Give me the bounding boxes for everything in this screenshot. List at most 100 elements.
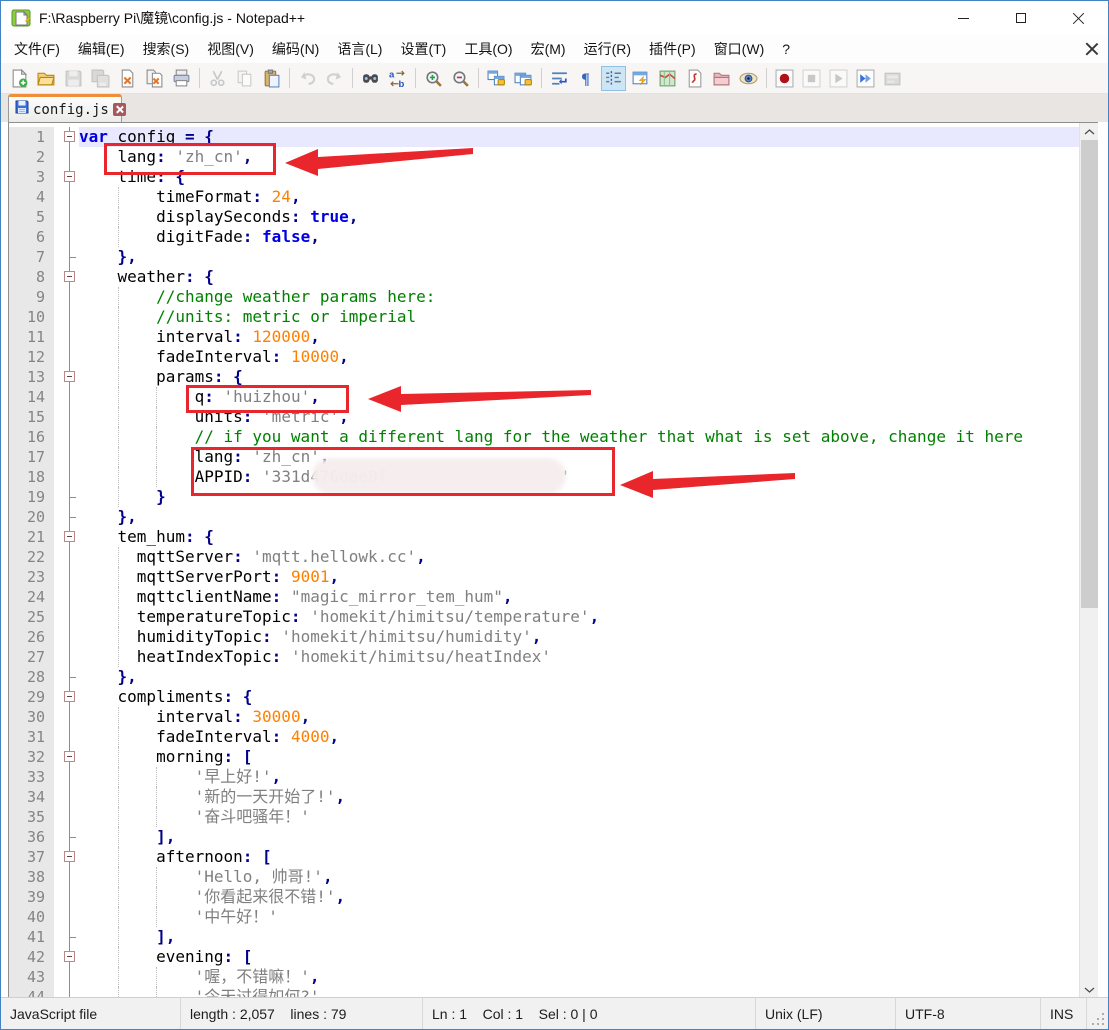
line-number[interactable]: 44 — [9, 987, 54, 997]
toolbar-print-icon[interactable] — [169, 66, 194, 91]
line-number[interactable]: 38 — [9, 867, 54, 887]
status-eol-format[interactable]: Unix (LF) — [756, 998, 896, 1029]
code-text[interactable]: params: { — [79, 367, 1079, 387]
scroll-down-button[interactable] — [1080, 981, 1098, 997]
line-number[interactable]: 4 — [9, 187, 54, 207]
toolbar-monitoring-icon[interactable] — [736, 66, 761, 91]
line-number[interactable]: 20 — [9, 507, 54, 527]
bookmark-margin[interactable] — [54, 467, 61, 487]
line-number[interactable]: 19 — [9, 487, 54, 507]
line-number[interactable]: 24 — [9, 587, 54, 607]
fold-collapse-marker[interactable] — [61, 367, 79, 387]
toolbar-macro-record-icon[interactable] — [772, 66, 797, 91]
toolbar-zoom-in-icon[interactable] — [421, 66, 446, 91]
bookmark-margin[interactable] — [54, 187, 61, 207]
code-text[interactable]: heatIndexTopic: 'homekit/himitsu/heatInd… — [79, 647, 1079, 667]
fold-minus-icon[interactable] — [64, 531, 75, 542]
code-text[interactable]: '你看起来很不错!', — [79, 887, 1079, 907]
code-text[interactable]: // if you want a different lang for the … — [79, 427, 1079, 447]
line-number[interactable]: 36 — [9, 827, 54, 847]
scrollbar-thumb[interactable] — [1081, 140, 1098, 608]
fold-collapse-marker[interactable] — [61, 847, 79, 867]
minimize-button[interactable] — [934, 1, 992, 35]
bookmark-margin[interactable] — [54, 687, 61, 707]
code-text[interactable]: fadeInterval: 10000, — [79, 347, 1079, 367]
close-button[interactable] — [1050, 1, 1108, 35]
code-text[interactable]: ], — [79, 827, 1079, 847]
bookmark-margin[interactable] — [54, 707, 61, 727]
code-text[interactable]: }, — [79, 667, 1079, 687]
bookmark-margin[interactable] — [54, 267, 61, 287]
line-number[interactable]: 17 — [9, 447, 54, 467]
line-number[interactable]: 30 — [9, 707, 54, 727]
bookmark-margin[interactable] — [54, 547, 61, 567]
line-number[interactable]: 34 — [9, 787, 54, 807]
code-text[interactable]: temperatureTopic: 'homekit/himitsu/tempe… — [79, 607, 1079, 627]
line-number[interactable]: 15 — [9, 407, 54, 427]
code-text[interactable]: humidityTopic: 'homekit/himitsu/humidity… — [79, 627, 1079, 647]
line-number[interactable]: 11 — [9, 327, 54, 347]
bookmark-margin[interactable] — [54, 447, 61, 467]
bookmark-margin[interactable] — [54, 567, 61, 587]
bookmark-margin[interactable] — [54, 747, 61, 767]
fold-minus-icon[interactable] — [64, 371, 75, 382]
code-text[interactable]: weather: { — [79, 267, 1079, 287]
fold-collapse-marker[interactable] — [61, 527, 79, 547]
fold-minus-icon[interactable] — [64, 751, 75, 762]
line-number[interactable]: 8 — [9, 267, 54, 287]
menu-item-0[interactable]: 文件(F) — [5, 35, 69, 63]
bookmark-margin[interactable] — [54, 647, 61, 667]
fold-minus-icon[interactable] — [64, 691, 75, 702]
bookmark-margin[interactable] — [54, 527, 61, 547]
code-text[interactable]: interval: 120000, — [79, 327, 1079, 347]
toolbar-folder-as-workspace-icon[interactable] — [709, 66, 734, 91]
editor-pane[interactable]: 1var config = {2 lang: 'zh_cn',3 time: {… — [8, 122, 1098, 997]
code-text[interactable]: '奋斗吧骚年！' — [79, 807, 1079, 827]
toolbar-macro-run-multiple-icon[interactable] — [853, 66, 878, 91]
line-number[interactable]: 1 — [9, 127, 54, 147]
code-text[interactable]: interval: 30000, — [79, 707, 1079, 727]
bookmark-margin[interactable] — [54, 127, 61, 147]
menu-item-8[interactable]: 宏(M) — [522, 35, 575, 63]
bookmark-margin[interactable] — [54, 327, 61, 347]
bookmark-margin[interactable] — [54, 347, 61, 367]
bookmark-margin[interactable] — [54, 967, 61, 987]
code-text[interactable]: afternoon: [ — [79, 847, 1079, 867]
code-text[interactable]: //change weather params here: — [79, 287, 1079, 307]
toolbar-open-file-icon[interactable] — [34, 66, 59, 91]
bookmark-margin[interactable] — [54, 427, 61, 447]
fold-collapse-marker[interactable] — [61, 167, 79, 187]
code-text[interactable]: timeFormat: 24, — [79, 187, 1079, 207]
code-text[interactable]: '新的一天开始了!', — [79, 787, 1079, 807]
menu-item-6[interactable]: 设置(T) — [391, 35, 455, 63]
line-number[interactable]: 16 — [9, 427, 54, 447]
line-number[interactable]: 33 — [9, 767, 54, 787]
menu-item-7[interactable]: 工具(O) — [455, 35, 521, 63]
bookmark-margin[interactable] — [54, 947, 61, 967]
code-text[interactable]: }, — [79, 247, 1079, 267]
line-number[interactable]: 40 — [9, 907, 54, 927]
code-text[interactable]: fadeInterval: 4000, — [79, 727, 1079, 747]
code-text[interactable]: //units: metric or imperial — [79, 307, 1079, 327]
status-typing-mode[interactable]: INS — [1041, 998, 1087, 1029]
code-text[interactable]: evening: [ — [79, 947, 1079, 967]
line-number[interactable]: 43 — [9, 967, 54, 987]
code-text[interactable]: '早上好!', — [79, 767, 1079, 787]
toolbar-sync-horizontal-scroll-icon[interactable] — [511, 66, 536, 91]
toolbar-sync-vertical-scroll-icon[interactable] — [484, 66, 509, 91]
code-text[interactable]: morning: [ — [79, 747, 1079, 767]
line-number[interactable]: 26 — [9, 627, 54, 647]
resize-grip[interactable] — [1087, 998, 1108, 1029]
fold-collapse-marker[interactable] — [61, 947, 79, 967]
code-text[interactable]: '今天过得如何?', — [79, 987, 1079, 997]
menu-item-1[interactable]: 编辑(E) — [69, 35, 134, 63]
bookmark-margin[interactable] — [54, 207, 61, 227]
menu-item-4[interactable]: 编码(N) — [263, 35, 328, 63]
bookmark-margin[interactable] — [54, 847, 61, 867]
line-number[interactable]: 3 — [9, 167, 54, 187]
bookmark-margin[interactable] — [54, 407, 61, 427]
bookmark-margin[interactable] — [54, 507, 61, 527]
line-number[interactable]: 6 — [9, 227, 54, 247]
menu-item-9[interactable]: 运行(R) — [575, 35, 640, 63]
scroll-up-button[interactable] — [1080, 123, 1098, 140]
